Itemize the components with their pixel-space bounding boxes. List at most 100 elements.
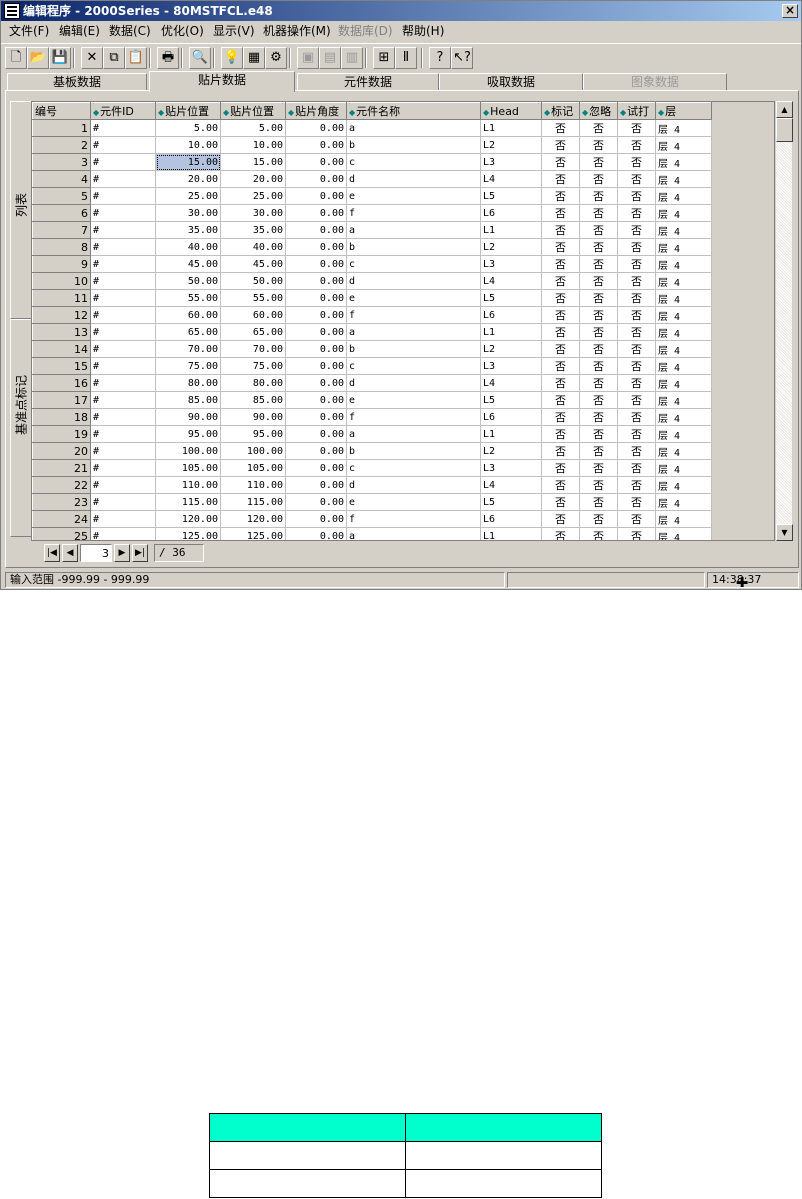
- grid-cell[interactable]: 否: [541, 170, 580, 188]
- grid-cell[interactable]: 否: [617, 323, 656, 341]
- column-header[interactable]: ◆贴片位置: [220, 102, 286, 120]
- scroll-thumb[interactable]: [776, 118, 793, 142]
- grid-cell[interactable]: L3: [480, 357, 542, 375]
- grid-cell[interactable]: 否: [541, 204, 580, 222]
- grid-cell[interactable]: #: [90, 391, 156, 409]
- grid-cell[interactable]: e: [346, 493, 481, 511]
- grid-cell[interactable]: 0.00: [285, 221, 347, 239]
- row-number[interactable]: 14: [32, 340, 91, 358]
- grid-cell[interactable]: 否: [579, 476, 618, 494]
- grid-cell[interactable]: 35.00: [220, 221, 286, 239]
- align-icon[interactable]: Ⅱ: [395, 47, 417, 69]
- grid-cell[interactable]: 否: [617, 442, 656, 460]
- grid-cell[interactable]: #: [90, 306, 156, 324]
- grid-cell[interactable]: 0.00: [285, 238, 347, 256]
- grid-cell[interactable]: 25.00: [155, 187, 221, 205]
- grid-cell[interactable]: #: [90, 476, 156, 494]
- row-number[interactable]: 19: [32, 425, 91, 443]
- grid-cell[interactable]: c: [346, 255, 481, 273]
- grid-cell[interactable]: L6: [480, 510, 542, 528]
- grid-cell[interactable]: 否: [617, 425, 656, 443]
- table-row[interactable]: 23 #115.00 115.00 0.00 e L5 否否否层 4: [32, 493, 712, 511]
- grid-cell[interactable]: 层 4: [655, 323, 712, 341]
- row-number[interactable]: 7: [32, 221, 91, 239]
- grid-cell[interactable]: 0.00: [285, 459, 347, 477]
- row-number[interactable]: 5: [32, 187, 91, 205]
- grid-cell[interactable]: 65.00: [220, 323, 286, 341]
- grid-cell[interactable]: L3: [480, 153, 542, 171]
- grid-cell[interactable]: 90.00: [220, 408, 286, 426]
- tab-2[interactable]: 元件数据: [297, 73, 439, 91]
- row-number[interactable]: 13: [32, 323, 91, 341]
- side-tab-fiducial[interactable]: 基准点标记: [10, 319, 32, 537]
- grid-cell[interactable]: b: [346, 136, 481, 154]
- tab-3[interactable]: 吸取数据: [439, 73, 583, 91]
- grid-cell[interactable]: #: [90, 136, 156, 154]
- grid-cell[interactable]: 否: [579, 459, 618, 477]
- grid-cell[interactable]: L5: [480, 187, 542, 205]
- row-number[interactable]: 21: [32, 459, 91, 477]
- grid-cell[interactable]: 否: [579, 357, 618, 375]
- grid-cell[interactable]: 10.00: [155, 136, 221, 154]
- grid-cell[interactable]: 0.00: [285, 323, 347, 341]
- grid-cell[interactable]: 50.00: [155, 272, 221, 290]
- grid-cell[interactable]: L6: [480, 204, 542, 222]
- grid-cell[interactable]: 否: [579, 187, 618, 205]
- grid-cell[interactable]: 100.00: [155, 442, 221, 460]
- menu-item[interactable]: 文件(F): [9, 21, 49, 41]
- grid-cell[interactable]: 120.00: [155, 510, 221, 528]
- grid-cell[interactable]: 75.00: [220, 357, 286, 375]
- grid-cell[interactable]: 20.00: [155, 170, 221, 188]
- grid-cell[interactable]: 层 4: [655, 170, 712, 188]
- grid-cell[interactable]: 否: [541, 119, 580, 137]
- table-row[interactable]: 15 #75.00 75.00 0.00 c L3 否否否层 4: [32, 357, 712, 375]
- grid-cell[interactable]: 层 4: [655, 136, 712, 154]
- grid-cell[interactable]: d: [346, 170, 481, 188]
- grid-cell[interactable]: L1: [480, 119, 542, 137]
- grid-cell[interactable]: 5.00: [155, 119, 221, 137]
- grid-cell[interactable]: 否: [617, 374, 656, 392]
- grid-cell[interactable]: L6: [480, 306, 542, 324]
- menu-item[interactable]: 帮助(H): [402, 21, 444, 41]
- row-number[interactable]: 8: [32, 238, 91, 256]
- grid-cell[interactable]: 否: [579, 510, 618, 528]
- grid-cell[interactable]: #: [90, 323, 156, 341]
- scroll-down-icon[interactable]: ▼: [776, 524, 793, 541]
- menu-item[interactable]: 优化(O): [161, 21, 204, 41]
- grid-cell[interactable]: 否: [617, 170, 656, 188]
- grid-cell[interactable]: 110.00: [155, 476, 221, 494]
- grid-cell[interactable]: 层 4: [655, 153, 712, 171]
- grid-cell[interactable]: 否: [617, 136, 656, 154]
- feeder-icon[interactable]: ▤: [319, 47, 341, 69]
- grid-cell[interactable]: 层 4: [655, 408, 712, 426]
- grid-cell[interactable]: 0.00: [285, 306, 347, 324]
- grid-cell[interactable]: 0.00: [285, 527, 347, 540]
- grid-cell[interactable]: f: [346, 408, 481, 426]
- grid-cell[interactable]: 否: [579, 221, 618, 239]
- grid-cell[interactable]: 否: [617, 221, 656, 239]
- table-row[interactable]: 17 #85.00 85.00 0.00 e L5 否否否层 4: [32, 391, 712, 409]
- grid-cell[interactable]: 否: [617, 272, 656, 290]
- grid-cell[interactable]: #: [90, 272, 156, 290]
- grid-cell[interactable]: 否: [579, 204, 618, 222]
- table-row[interactable]: 10 #50.00 50.00 0.00 d L4 否否否层 4: [32, 272, 712, 290]
- fit-icon[interactable]: ⊞: [373, 47, 395, 69]
- grid-cell[interactable]: 40.00: [220, 238, 286, 256]
- grid-cell[interactable]: 否: [617, 119, 656, 137]
- grid-cell[interactable]: 否: [617, 391, 656, 409]
- row-number[interactable]: 9: [32, 255, 91, 273]
- grid-cell[interactable]: 否: [617, 408, 656, 426]
- row-number[interactable]: 4: [32, 170, 91, 188]
- grid-cell[interactable]: 45.00: [220, 255, 286, 273]
- box-icon[interactable]: ▥: [341, 47, 363, 69]
- grid-cell[interactable]: #: [90, 119, 156, 137]
- paste-icon[interactable]: 📋: [125, 47, 147, 69]
- grid-cell[interactable]: b: [346, 442, 481, 460]
- grid-cell[interactable]: 0.00: [285, 510, 347, 528]
- grid-cell[interactable]: 65.00: [155, 323, 221, 341]
- menu-item[interactable]: 数据(C): [109, 21, 151, 41]
- grid-cell[interactable]: 层 4: [655, 425, 712, 443]
- prev-page-icon[interactable]: ◀: [62, 544, 78, 562]
- grid-cell[interactable]: 否: [541, 323, 580, 341]
- grid-cell[interactable]: #: [90, 374, 156, 392]
